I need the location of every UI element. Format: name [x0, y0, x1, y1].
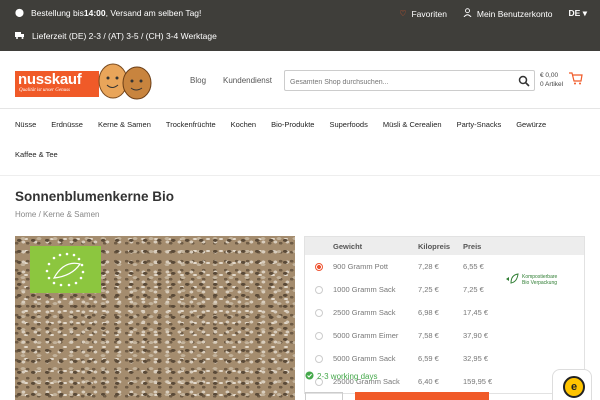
category-muesli-cerealien[interactable]: Müsli & Cerealien — [383, 120, 442, 129]
category-superfoods[interactable]: Superfoods — [329, 120, 367, 129]
category-kochen[interactable]: Kochen — [231, 120, 256, 129]
size-radio[interactable] — [315, 262, 323, 271]
order-cutoff-notice: ⬤ Bestellung bis 14:00, Versand am selbe… — [15, 8, 202, 18]
category-erdnuesse[interactable]: Erdnüsse — [51, 120, 83, 129]
favorites-link[interactable]: ♡ Favoriten — [399, 9, 447, 19]
eu-organic-logo — [30, 246, 101, 293]
heart-icon: ♡ — [399, 8, 407, 18]
mini-cart[interactable]: € 0,00 0 Artikel — [540, 71, 583, 89]
check-circle-icon — [305, 371, 314, 382]
trusted-shops-icon: e — [563, 376, 585, 398]
clock-icon: ⬤ — [15, 8, 24, 17]
account-link[interactable]: Mein Benutzerkonto — [463, 8, 553, 19]
breadcrumb-home[interactable]: Home — [15, 210, 36, 219]
table-row[interactable]: 5000 Gramm Sack 6,59 € 32,95 € — [305, 347, 584, 370]
quantity-input[interactable] — [305, 392, 343, 400]
size-radio[interactable] — [315, 285, 323, 294]
size-radio[interactable] — [315, 331, 323, 340]
size-radio[interactable] — [315, 308, 323, 317]
delivery-time-notice: Lieferzeit (DE) 2-3 / (AT) 3-5 / (CH) 3-… — [15, 31, 217, 41]
cart-total: € 0,00 — [540, 72, 559, 79]
product-image[interactable] — [15, 236, 295, 400]
add-to-cart-button[interactable] — [355, 392, 489, 400]
leaf-icon — [505, 273, 519, 287]
truck-icon — [15, 31, 25, 41]
category-gewuerze[interactable]: Gewürze — [516, 120, 546, 129]
table-row[interactable]: 5000 Gramm Eimer 7,58 € 37,90 € — [305, 324, 584, 347]
breadcrumb-category[interactable]: / Kerne & Samen — [36, 210, 100, 219]
category-nuesse[interactable]: Nüsse — [15, 120, 36, 129]
category-party-snacks[interactable]: Party-Snacks — [457, 120, 502, 129]
breadcrumb: Home / Kerne & Samen — [15, 210, 100, 219]
size-radio[interactable] — [315, 354, 323, 363]
category-bio-produkte[interactable]: Bio-Produkte — [271, 120, 314, 129]
table-row[interactable]: 2500 Gramm Sack 6,98 € 17,45 € — [305, 301, 584, 324]
trusted-shops-badge[interactable]: e — [552, 369, 592, 400]
customer-service-link[interactable]: Kundendienst — [223, 76, 272, 85]
header-links: Blog Kundendienst — [190, 76, 289, 85]
compostable-packaging-badge: Kompostierbare Bio Verpackung — [505, 273, 557, 287]
category-trockenfruechte[interactable]: Trockenfrüchte — [166, 120, 216, 129]
nut-mascots-icon — [98, 63, 152, 100]
search-input[interactable] — [285, 73, 505, 92]
site-header: nusskauf Qualität ist unser Genuss Blog … — [0, 51, 600, 109]
cart-item-count: 0 Artikel — [540, 81, 564, 88]
search-icon[interactable] — [518, 74, 530, 92]
cart-icon — [569, 72, 583, 88]
top-info-bar: ⬤ Bestellung bis 14:00, Versand am selbe… — [0, 0, 600, 51]
page-title: Sonnenblumenkerne Bio — [15, 189, 175, 204]
blog-link[interactable]: Blog — [190, 76, 206, 85]
divider — [0, 175, 600, 176]
category-kaffee-tee[interactable]: Kaffee & Tee — [15, 150, 58, 159]
search-box — [284, 70, 535, 92]
category-kerne-samen[interactable]: Kerne & Samen — [98, 120, 151, 129]
price-table-header: Gewicht Kilopreis Preis — [305, 237, 584, 255]
availability-status: 2-3 working days — [305, 371, 377, 382]
brand-logo[interactable]: nusskauf Qualität ist unser Genuss — [15, 61, 155, 101]
user-icon — [463, 8, 472, 19]
chevron-down-icon: ▾ — [582, 8, 587, 18]
language-selector[interactable]: DE ▾ — [569, 8, 587, 19]
